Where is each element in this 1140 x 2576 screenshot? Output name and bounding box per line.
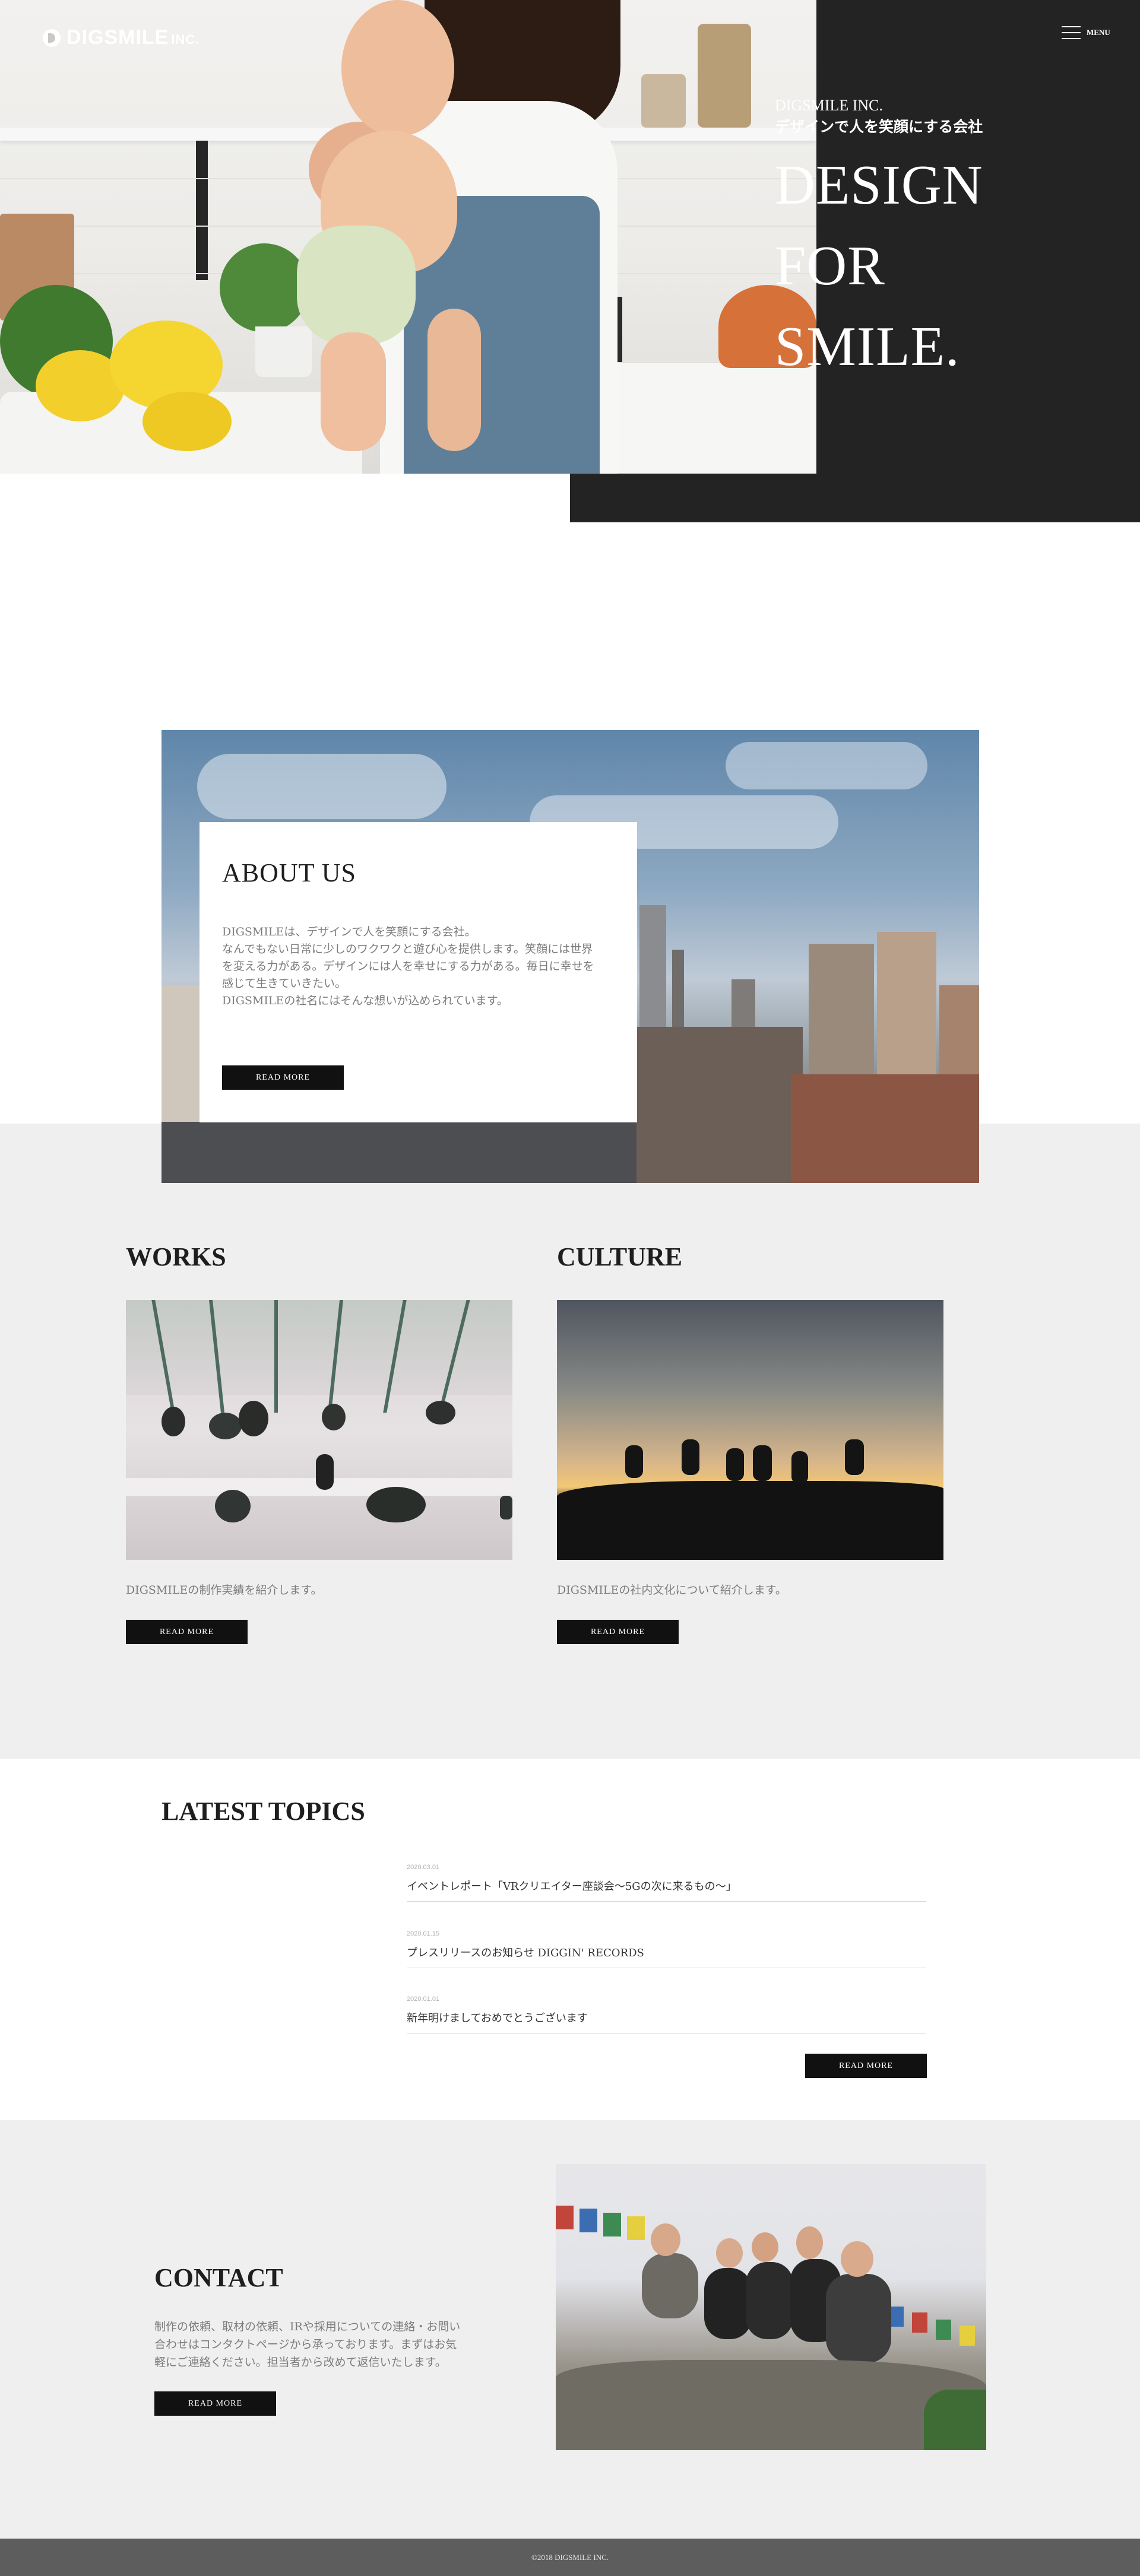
- hero-headline-line: DESIGN: [775, 154, 983, 216]
- hero-copy: DIGSMILE INC. デザインで人を笑顔にする会社 DESIGN FOR …: [775, 95, 983, 387]
- works-title: WORKS: [126, 1242, 226, 1271]
- topic-item[interactable]: 2020.03.01 イベントレポート「VRクリエイター座談会〜5Gの次に来るも…: [407, 1851, 926, 1902]
- hero-company-name: DIGSMILE INC.: [775, 97, 883, 114]
- contact-read-more-button[interactable]: READ MORE: [154, 2391, 276, 2416]
- topic-date: 2020.03.01: [407, 1864, 440, 1871]
- hero-tagline: デザインで人を笑顔にする会社: [775, 118, 983, 135]
- topic-title[interactable]: 新年明けましておめでとうございます: [407, 2010, 588, 2025]
- topic-item[interactable]: 2020.01.15 プレスリリースのお知らせ DIGGIN' RECORDS: [407, 1917, 926, 1968]
- site-logo[interactable]: DIGSMILE INC.: [43, 26, 200, 49]
- contact-title: CONTACT: [154, 2263, 283, 2292]
- contact-group-photo: [556, 2164, 986, 2450]
- hero-headline-line: FOR: [775, 235, 885, 297]
- logo-mark-icon: [43, 28, 61, 47]
- menu-label: MENU: [1087, 28, 1110, 37]
- about-title: ABOUT US: [222, 858, 357, 887]
- about-read-more-button[interactable]: READ MORE: [222, 1065, 344, 1090]
- topics-read-more-button[interactable]: READ MORE: [805, 2054, 927, 2078]
- topic-title[interactable]: プレスリリースのお知らせ DIGGIN' RECORDS: [407, 1944, 644, 1960]
- works-read-more-button[interactable]: READ MORE: [126, 1620, 248, 1644]
- latest-topics-title: LATEST TOPICS: [162, 1797, 365, 1826]
- culture-title: CULTURE: [557, 1242, 683, 1271]
- hero-section: DIGSMILE INC. MENU DIGSMILE INC. デザインで人を笑…: [0, 0, 1140, 522]
- hamburger-icon: [1062, 26, 1081, 39]
- contact-body: 制作の依頼、取材の依頼、IRや採用についての連絡・お問い 合わせはコンタクトペー…: [154, 2320, 461, 2369]
- logo-text: DIGSMILE INC.: [66, 26, 200, 49]
- hero-photo: [0, 0, 816, 474]
- culture-read-more-button[interactable]: READ MORE: [557, 1620, 679, 1644]
- topic-date: 2020.01.01: [407, 1996, 440, 2003]
- topic-date: 2020.01.15: [407, 1930, 440, 1937]
- hero-headline-line: SMILE.: [775, 316, 960, 377]
- hero-headline: DESIGN FOR SMILE.: [775, 145, 983, 387]
- culture-photo: [557, 1300, 943, 1560]
- about-body: DIGSMILEは、デザインで人を笑顔にする会社。 なんでもない日常に少しのワク…: [222, 925, 594, 1007]
- menu-button[interactable]: MENU: [1062, 26, 1110, 39]
- topic-title[interactable]: イベントレポート「VRクリエイター座談会〜5Gの次に来るもの〜」: [407, 1878, 737, 1893]
- culture-description: DIGSMILEの社内文化について紹介します。: [557, 1584, 787, 1597]
- works-photo: [126, 1300, 512, 1560]
- about-card: ABOUT US DIGSMILEは、デザインで人を笑顔にする会社。 なんでもな…: [200, 822, 637, 1122]
- topic-item[interactable]: 2020.01.01 新年明けましておめでとうございます: [407, 1982, 926, 2033]
- works-description: DIGSMILEの制作実績を紹介します。: [126, 1584, 322, 1597]
- copyright-text: ©2018 DIGSMILE INC.: [531, 2552, 609, 2562]
- site-footer: ©2018 DIGSMILE INC.: [0, 2539, 1140, 2576]
- hero-dark-panel-lower: [570, 474, 816, 522]
